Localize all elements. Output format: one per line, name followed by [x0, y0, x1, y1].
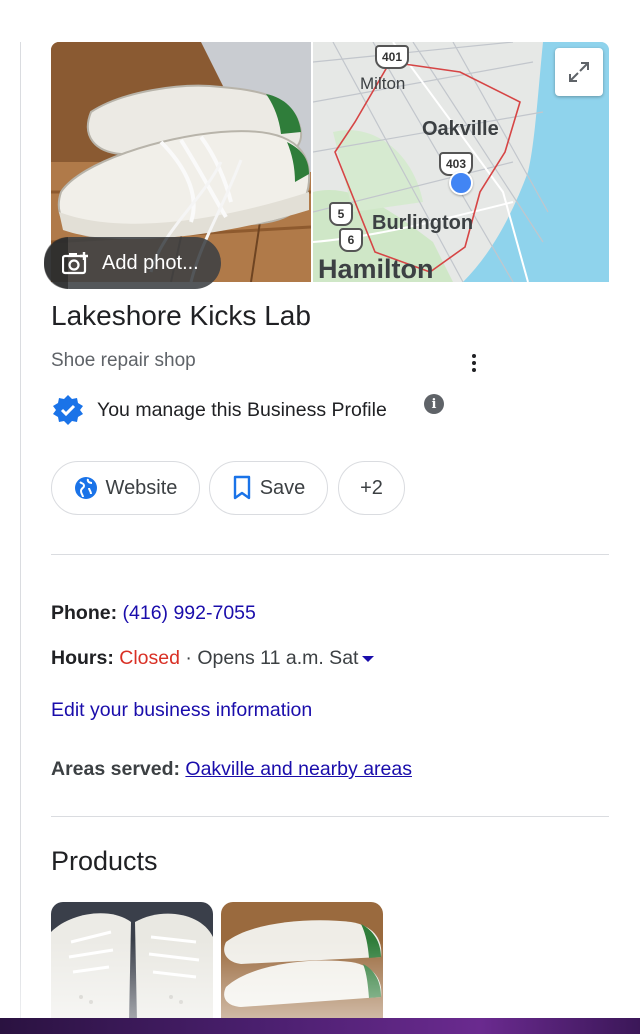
- areas-served-link[interactable]: Oakville and nearby areas: [185, 758, 412, 780]
- highway-shield-5: 6: [339, 228, 363, 252]
- add-photo-icon: [62, 251, 90, 275]
- more-options-icon[interactable]: [462, 350, 486, 376]
- managed-profile-text: You manage this Business Profile: [97, 398, 387, 421]
- phone-label: Phone:: [51, 602, 118, 624]
- edit-business-info-link[interactable]: Edit your business information: [51, 699, 312, 722]
- map-label-milton: Milton: [360, 74, 406, 93]
- products-heading: Products: [51, 846, 158, 876]
- hours-label: Hours:: [51, 647, 114, 669]
- expand-icon: [569, 62, 589, 82]
- product-card[interactable]: [51, 902, 213, 1022]
- managed-profile-row: You manage this Business Profile: [51, 393, 387, 427]
- hours-row: Hours: Closed · Opens 11 a.m. Sat: [51, 647, 375, 670]
- section-divider: [51, 554, 609, 555]
- map-label-oakville: Oakville: [422, 118, 499, 140]
- info-icon[interactable]: i: [424, 394, 444, 414]
- website-button[interactable]: Website: [51, 461, 200, 515]
- areas-served-row: Areas served: Oakville and nearby areas: [51, 758, 412, 781]
- add-photo-label: Add phot...: [102, 251, 199, 274]
- product-card[interactable]: [221, 902, 383, 1022]
- business-category: Shoe repair shop: [51, 350, 196, 371]
- map-label-burlington: Burlington: [372, 212, 474, 234]
- more-actions-button[interactable]: +2: [338, 461, 405, 515]
- hours-next-open[interactable]: Opens 11 a.m. Sat: [197, 647, 358, 669]
- highway-shield-401: 401: [375, 45, 409, 69]
- add-photo-button[interactable]: Add phot...: [44, 237, 221, 289]
- map-label-hamilton: Hamilton: [318, 254, 434, 282]
- more-actions-label: +2: [360, 476, 383, 499]
- phone-number-link[interactable]: (416) 992-7055: [123, 602, 256, 624]
- verified-badge-icon: [51, 393, 85, 427]
- product-image: [51, 902, 213, 1022]
- product-image: [221, 902, 383, 1022]
- section-divider: [51, 816, 609, 817]
- save-label: Save: [259, 476, 306, 499]
- hours-status: Closed: [119, 647, 180, 669]
- business-name: Lakeshore Kicks Lab: [51, 300, 311, 331]
- website-label: Website: [105, 476, 178, 499]
- bookmark-icon: [232, 475, 252, 501]
- hours-dropdown-icon[interactable]: [362, 655, 375, 662]
- highway-shield-6: 5: [329, 202, 353, 226]
- hours-separator: ·: [179, 647, 198, 669]
- globe-icon: [74, 476, 98, 500]
- expand-map-button[interactable]: [555, 48, 603, 96]
- areas-served-label: Areas served:: [51, 758, 180, 780]
- phone-row: Phone: (416) 992-7055: [51, 602, 256, 625]
- save-button[interactable]: Save: [209, 461, 328, 515]
- location-pin: [449, 171, 473, 195]
- taskbar-strip: [0, 1018, 640, 1034]
- panel-left-border: [20, 42, 21, 1022]
